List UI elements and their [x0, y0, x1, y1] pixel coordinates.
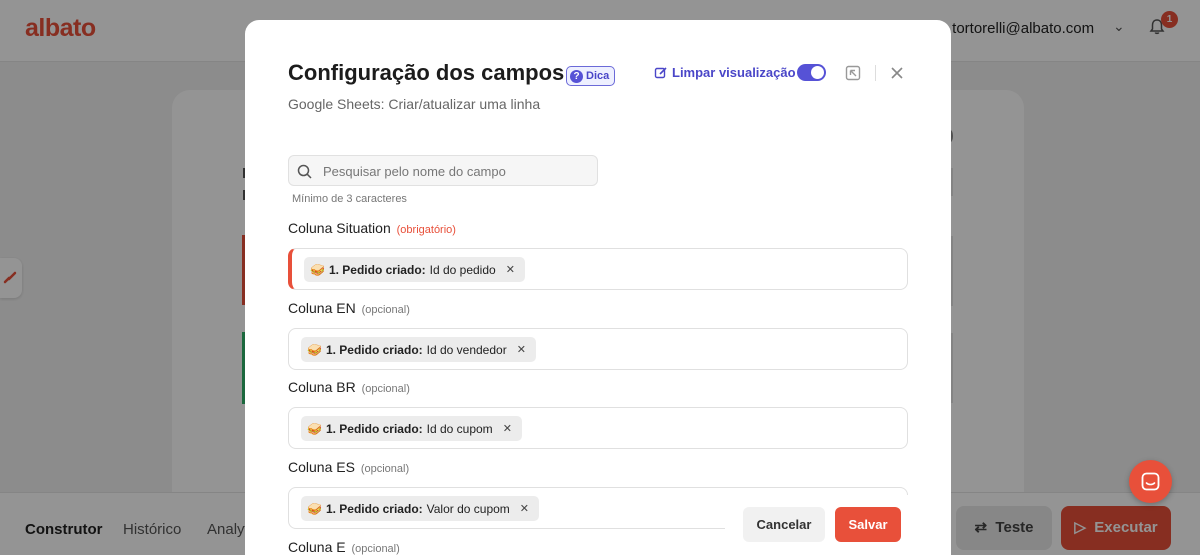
- step-app-icon: 🥪: [310, 262, 325, 277]
- collapse-icon[interactable]: [845, 65, 861, 81]
- chip-step: 1. Pedido criado:: [325, 501, 423, 516]
- field-input[interactable]: 🥪 1. Pedido criado: Id do vendedor ✕: [288, 328, 908, 370]
- chat-icon: [1141, 472, 1160, 491]
- remove-chip-icon[interactable]: ✕: [520, 502, 529, 515]
- required-tag: (obrigatório): [396, 224, 456, 236]
- field-input[interactable]: 🥪 1. Pedido criado: Id do cupom ✕: [288, 407, 908, 449]
- clear-view-control[interactable]: Limpar visualização: [654, 65, 796, 80]
- field-label-text: Coluna ES: [288, 459, 355, 475]
- optional-tag: (opcional): [361, 383, 410, 395]
- remove-chip-icon[interactable]: ✕: [506, 263, 515, 276]
- remove-chip-icon[interactable]: ✕: [517, 343, 526, 356]
- mapped-value-chip[interactable]: 🥪 1. Pedido criado: Valor do cupom ✕: [301, 496, 540, 521]
- field-label: Coluna BR (opcional): [288, 379, 908, 399]
- field-label-text: Coluna E: [288, 539, 346, 555]
- field-input[interactable]: 🥪 1. Pedido criado: Id do pedido ✕: [288, 248, 908, 290]
- tip-badge[interactable]: ? Dica: [566, 66, 616, 86]
- modal-title: Configuração dos campos: [288, 60, 565, 85]
- field-label-text: Coluna Situation: [288, 220, 391, 236]
- chip-value: Id do vendedor: [426, 342, 507, 357]
- chip-value: Id do pedido: [429, 262, 496, 277]
- chip-step: 1. Pedido criado:: [325, 421, 423, 436]
- field-label-text: Coluna BR: [288, 379, 356, 395]
- optional-tag: (opcional): [360, 463, 410, 475]
- edit-icon: [654, 66, 667, 78]
- field-label: Coluna ES (opcional): [288, 459, 908, 479]
- divider: [875, 65, 876, 81]
- optional-tag: (opcional): [351, 543, 400, 555]
- field-label: Coluna EN (opcional): [288, 300, 908, 320]
- step-app-icon: 🥪: [307, 421, 322, 436]
- step-app-icon: 🥪: [307, 501, 322, 516]
- search-hint: Mínimo de 3 caracteres: [292, 193, 407, 205]
- tip-label: Dica: [586, 70, 610, 82]
- field-coluna-en: Coluna EN (opcional) 🥪 1. Pedido criado:…: [288, 300, 908, 370]
- field-label: Coluna Situation (obrigatório): [288, 220, 908, 240]
- question-icon: ?: [570, 69, 583, 83]
- chip-value: Id do cupom: [426, 421, 493, 436]
- search-field[interactable]: [288, 155, 598, 186]
- close-icon[interactable]: [889, 65, 905, 81]
- chip-step: 1. Pedido criado:: [325, 342, 423, 357]
- chip-value: Valor do cupom: [426, 501, 510, 516]
- field-coluna-br: Coluna BR (opcional) 🥪 1. Pedido criado:…: [288, 379, 908, 449]
- field-config-modal: Configuração dos campos ? Dica Google Sh…: [245, 20, 951, 555]
- optional-tag: (opcional): [361, 304, 410, 316]
- mapped-value-chip[interactable]: 🥪 1. Pedido criado: Id do cupom ✕: [301, 416, 522, 441]
- search-icon: [297, 164, 312, 179]
- support-chat-button[interactable]: [1129, 460, 1172, 503]
- mapped-value-chip[interactable]: 🥪 1. Pedido criado: Id do vendedor ✕: [301, 337, 536, 362]
- clear-view-toggle[interactable]: [797, 64, 826, 81]
- field-label-text: Coluna EN: [288, 300, 356, 316]
- search-input[interactable]: [323, 161, 588, 181]
- save-button[interactable]: Salvar: [835, 507, 901, 542]
- modal-subtitle: Google Sheets: Criar/atualizar uma linha: [288, 96, 541, 112]
- chip-step: 1. Pedido criado:: [328, 262, 426, 277]
- clear-view-label: Limpar visualização: [672, 65, 796, 80]
- field-coluna-situation: Coluna Situation (obrigatório) 🥪 1. Pedi…: [288, 220, 908, 290]
- mapped-value-chip[interactable]: 🥪 1. Pedido criado: Id do pedido ✕: [304, 257, 525, 282]
- cancel-button[interactable]: Cancelar: [743, 507, 825, 542]
- remove-chip-icon[interactable]: ✕: [503, 422, 512, 435]
- step-app-icon: 🥪: [307, 342, 322, 357]
